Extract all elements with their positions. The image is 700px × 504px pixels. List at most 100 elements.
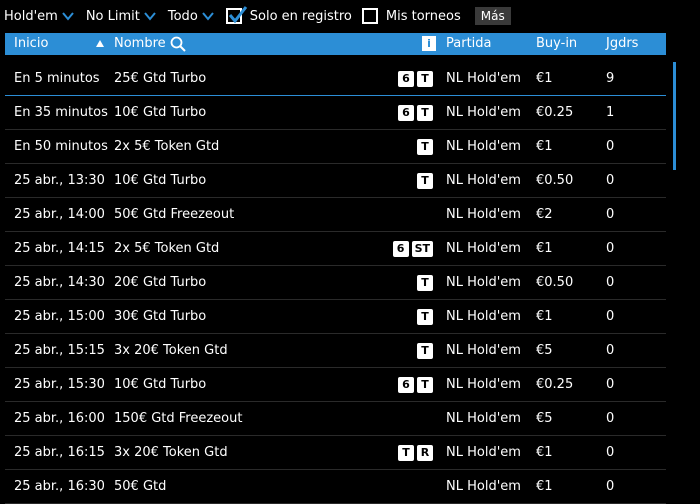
start-cell: 25 abr., 15:00 [14, 309, 105, 324]
registration-label: Solo en registro [249, 8, 352, 24]
start-cell: En 5 minutos [14, 71, 100, 86]
players-cell: 0 [606, 479, 615, 494]
scrollbar[interactable] [673, 62, 676, 170]
start-cell: 25 abr., 16:15 [14, 445, 105, 460]
column-buyin[interactable]: Buy-in [536, 33, 577, 55]
game-cell: NL Hold'em [446, 241, 521, 256]
table-row[interactable]: 25 abr., 16:15 3x 20€ Token Gtd NL Hold'em… [5, 436, 666, 470]
name-cell: 25€ Gtd Turbo [114, 71, 207, 86]
limit-filter-dropdown[interactable]: No Limit [86, 9, 156, 24]
buyin-cell: €0.25 [536, 377, 574, 392]
game-filter-label: Hold'em [4, 8, 58, 24]
table-row[interactable]: En 35 minutos 10€ Gtd Turbo NL Hold'em €0.2… [5, 96, 666, 130]
type-filter-dropdown[interactable]: Todo [168, 9, 214, 24]
name-cell: 10€ Gtd Turbo [114, 173, 207, 188]
players-cell: 0 [606, 309, 615, 324]
badge-group: T [414, 266, 433, 299]
registration-checkbox[interactable]: Solo en registro [225, 6, 352, 24]
buyin-cell: €5 [536, 343, 553, 358]
table-row[interactable]: 25 abr., 16:00 150€ Gtd Freezeout NL Hold'… [5, 402, 666, 436]
table-row[interactable]: 25 abr., 16:30 50€ Gtd NL Hold'em €1 0 [5, 470, 666, 504]
buyin-cell: €0.50 [536, 275, 574, 290]
buyin-cell: €1 [536, 445, 553, 460]
game-cell: NL Hold'em [446, 275, 521, 290]
badge-group: T [414, 130, 433, 163]
badge-group: 6T [395, 368, 433, 401]
buyin-cell: €1 [536, 241, 553, 256]
name-cell: 10€ Gtd Turbo [114, 105, 207, 120]
tournament-badge: 6 [392, 240, 409, 257]
badge-group: 6T [395, 96, 433, 129]
search-icon[interactable] [170, 36, 186, 52]
more-button[interactable]: Más [474, 7, 511, 25]
table-row[interactable]: En 50 minutos 2x 5€ Token Gtd NL Hold'em €1… [5, 130, 666, 164]
buyin-cell: €1 [536, 139, 553, 154]
start-cell: 25 abr., 16:30 [14, 479, 105, 494]
table-row[interactable]: En 5 minutos 25€ Gtd Turbo NL Hold'em €1 9 6 T [5, 62, 666, 96]
game-cell: NL Hold'em [446, 445, 521, 460]
players-cell: 0 [606, 241, 615, 256]
tournament-badge: T [417, 104, 433, 121]
start-cell: 25 abr., 16:00 [14, 411, 105, 426]
tournament-list: En 5 minutos 25€ Gtd Turbo NL Hold'em €1 9 6 T… [5, 62, 666, 504]
name-cell: 2x 5€ Token Gtd [114, 139, 220, 154]
buyin-cell: €0.50 [536, 173, 574, 188]
table-header: Inicio Nombre Partida Buy-in Jgdrs [5, 33, 666, 55]
chevron-down-icon [202, 12, 214, 21]
players-cell: 0 [606, 275, 615, 290]
table-row[interactable]: 25 abr., 14:15 2x 5€ Token Gtd NL Hold'em €… [5, 232, 666, 266]
badge-group: TR [395, 436, 433, 469]
tournament-badge: 6 [398, 70, 414, 87]
start-cell: 25 abr., 14:15 [14, 241, 105, 256]
table-row[interactable]: 25 abr., 13:30 10€ Gtd Turbo NL Hold'em €0.… [5, 164, 666, 198]
chevron-down-icon [144, 12, 156, 21]
chevron-down-icon [62, 12, 74, 21]
tournament-badge: 6 [398, 376, 414, 393]
info-icon[interactable]: i [422, 36, 436, 51]
table-row[interactable]: 25 abr., 15:00 30€ Gtd Turbo NL Hold'em €1 0… [5, 300, 666, 334]
tournament-badge: ST [411, 240, 433, 257]
limit-filter-label: No Limit [85, 8, 140, 24]
column-name[interactable]: Nombre [114, 33, 166, 55]
name-cell: 2x 5€ Token Gtd [114, 241, 220, 256]
start-cell: 25 abr., 13:30 [14, 173, 105, 188]
game-cell: NL Hold'em [446, 309, 521, 324]
my-tournaments-label: Mis torneos [385, 8, 461, 24]
name-cell: 150€ Gtd Freezeout [114, 411, 243, 426]
game-cell: NL Hold'em [446, 411, 521, 426]
game-cell: NL Hold'em [446, 139, 521, 154]
players-cell: 0 [606, 173, 615, 188]
tournament-badge: T [417, 342, 433, 359]
badge-group: 6 ST [390, 232, 433, 265]
players-cell: 0 [606, 411, 615, 426]
game-filter-dropdown[interactable]: Hold'em [4, 9, 74, 24]
game-cell: NL Hold'em [446, 105, 521, 120]
buyin-cell: €1 [536, 479, 553, 494]
badge-group: T [414, 300, 433, 333]
start-cell: 25 abr., 15:30 [14, 377, 105, 392]
tournament-badge: T [417, 70, 433, 87]
column-game[interactable]: Partida [446, 33, 492, 55]
table-row[interactable]: 25 abr., 14:00 50€ Gtd Freezeout NL Hold'e… [5, 198, 666, 232]
checkbox-unchecked-icon [361, 8, 378, 24]
game-cell: NL Hold'em [446, 343, 521, 358]
name-cell: 3x 20€ Token Gtd [114, 445, 228, 460]
sort-up-icon[interactable] [96, 40, 104, 47]
players-cell: 0 [606, 377, 615, 392]
column-start[interactable]: Inicio [14, 33, 48, 55]
start-cell: 25 abr., 14:00 [14, 207, 105, 222]
my-tournaments-checkbox[interactable]: Mis torneos [361, 8, 461, 24]
table-row[interactable]: 25 abr., 15:30 10€ Gtd Turbo NL Hold'em €0.… [5, 368, 666, 402]
column-players[interactable]: Jgdrs [606, 33, 638, 55]
table-row[interactable]: 25 abr., 14:30 20€ Gtd Turbo NL Hold'em €0.… [5, 266, 666, 300]
start-cell: En 50 minutos [14, 139, 108, 154]
type-filter-label: Todo [167, 8, 198, 24]
checkbox-checked-icon [225, 6, 247, 24]
name-cell: 3x 20€ Token Gtd [114, 343, 228, 358]
filter-bar: Hold'em No Limit Todo Solo en registro M… [0, 0, 700, 32]
tournament-badge: T [417, 138, 433, 155]
table-row[interactable]: 25 abr., 15:15 3x 20€ Token Gtd NL Hold'em… [5, 334, 666, 368]
players-cell: 0 [606, 139, 615, 154]
game-cell: NL Hold'em [446, 207, 521, 222]
badge-group: 6T [395, 62, 433, 95]
